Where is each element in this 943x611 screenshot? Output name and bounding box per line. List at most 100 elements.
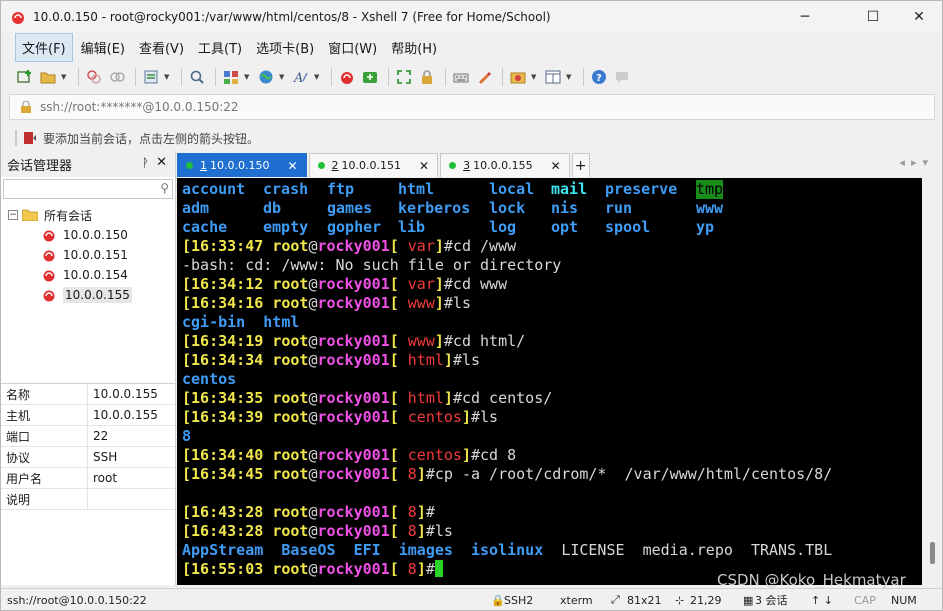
terminal-line: [16:34:40 root@rocky001[ centos]#cd 8	[182, 446, 922, 465]
session-item[interactable]: 10.0.0.151	[1, 245, 175, 265]
menu-file[interactable]: 文件(F)	[15, 32, 73, 62]
help-icon[interactable]: ?	[589, 67, 609, 87]
fullscreen-icon[interactable]	[394, 67, 414, 87]
properties-icon[interactable]	[141, 67, 161, 87]
folder-icon	[22, 209, 38, 221]
menu-view[interactable]: 查看(V)	[133, 34, 190, 61]
session-item[interactable]: 10.0.0.154	[1, 265, 175, 285]
layout-dropdown-icon[interactable]: ▼	[244, 73, 252, 81]
terminal-space	[336, 541, 354, 559]
prompt-bracket: [	[389, 237, 408, 255]
collapse-icon[interactable]: −	[8, 210, 18, 220]
find-icon[interactable]	[187, 67, 207, 87]
prompt-dir: html	[407, 351, 444, 369]
prompt-time: [16:33:47	[182, 237, 264, 255]
menu-tabs[interactable]: 选项卡(B)	[250, 34, 320, 61]
highlight-icon[interactable]	[474, 67, 494, 87]
property-value: 22	[93, 429, 109, 443]
layout-icon[interactable]	[221, 67, 241, 87]
terminal-scrollbar[interactable]	[923, 178, 942, 585]
xshell-icon[interactable]	[337, 67, 357, 87]
prompt-time: [16:34:34	[182, 351, 264, 369]
session-manager-panel: 会话管理器 ᚹ ✕ ⚲ − 所有会话 10.0.0.150 10.0.0.151	[1, 151, 176, 585]
prompt-time: [16:43:28	[182, 522, 264, 540]
tile-dropdown-icon[interactable]: ▼	[566, 73, 574, 81]
globe-dropdown-icon[interactable]: ▼	[279, 73, 287, 81]
font-icon[interactable]: A	[291, 67, 311, 87]
property-value: SSH	[93, 450, 118, 464]
reconnect-icon[interactable]	[84, 67, 104, 87]
scrollbar-thumb[interactable]	[930, 542, 935, 564]
transfer-icon[interactable]	[508, 67, 528, 87]
add-session-arrow-icon[interactable]	[23, 131, 37, 145]
prompt-time: [16:34:12	[182, 275, 264, 293]
dir-entry: BaseOS	[281, 541, 336, 559]
keyboard-icon[interactable]	[451, 67, 471, 87]
properties-dropdown-icon[interactable]: ▼	[164, 73, 172, 81]
tile-window-icon[interactable]	[543, 67, 563, 87]
menu-window[interactable]: 窗口(W)	[322, 34, 383, 61]
tab-close-icon[interactable]: ✕	[287, 159, 297, 173]
terminal-space	[733, 541, 751, 559]
tab-close-icon[interactable]: ✕	[551, 159, 561, 173]
menu-edit[interactable]: 编辑(E)	[75, 34, 131, 61]
property-value	[88, 489, 93, 509]
tab-session-2[interactable]: 2 10.0.0.151 ✕	[308, 153, 439, 177]
session-item[interactable]: 10.0.0.150	[1, 225, 175, 245]
status-terminal-type: xterm	[560, 593, 593, 607]
globe-icon[interactable]	[256, 67, 276, 87]
transfer-dropdown-icon[interactable]: ▼	[531, 73, 539, 81]
tree-root-all-sessions[interactable]: − 所有会话	[1, 205, 175, 225]
menu-help[interactable]: 帮助(H)	[385, 34, 443, 61]
tab-close-icon[interactable]: ✕	[419, 159, 429, 173]
status-scroll-arrows-icon[interactable]: ↑ ↓	[811, 589, 833, 611]
font-dropdown-icon[interactable]: ▼	[314, 73, 322, 81]
tab-session-3[interactable]: 3 10.0.0.155 ✕	[440, 153, 570, 177]
prompt-command: #cd www	[443, 275, 508, 293]
dir-entry: mail	[551, 180, 588, 198]
lock-icon[interactable]	[417, 67, 437, 87]
pin-icon[interactable]: ᚹ	[142, 156, 149, 170]
xftp-icon[interactable]	[360, 67, 380, 87]
prompt-bracket: [	[389, 465, 408, 483]
terminal-output[interactable]: account crash ftp html local mail preserve tmp a…	[177, 178, 922, 585]
menu-tools[interactable]: 工具(T)	[192, 34, 248, 61]
terminal-message: -bash: cd: /www: No such file or directo…	[182, 256, 562, 274]
dir-entry: cgi-bin	[182, 313, 246, 331]
dir-entry: preserve	[605, 180, 678, 198]
session-search-input[interactable]: ⚲	[3, 179, 173, 199]
hint-text: 要添加当前会话，点击左侧的箭头按钮。	[43, 131, 260, 146]
terminal-line: cache empty gopher lib log opt spool yp	[182, 218, 922, 237]
close-panel-icon[interactable]: ✕	[156, 155, 167, 170]
terminal-cursor	[434, 560, 443, 577]
tab-scroll-arrows-icon[interactable]: ◂▸▾	[899, 156, 934, 169]
open-folder-icon[interactable]	[38, 67, 58, 87]
minimize-button[interactable]: ─	[782, 1, 828, 32]
tab-session-1[interactable]: 1 10.0.0.150 ✕	[177, 153, 307, 177]
prompt-bracket: ]	[416, 522, 426, 540]
chat-icon[interactable]	[612, 67, 632, 87]
terminal-line: [16:33:47 root@rocky001[ var]#cd /www	[182, 237, 922, 256]
dir-entry: html	[398, 180, 435, 198]
prompt-command: #ls	[425, 522, 453, 540]
prompt-host: rocky001	[317, 465, 390, 483]
session-item-selected[interactable]: 10.0.0.155	[1, 285, 175, 305]
prompt-user: root	[272, 237, 309, 255]
maximize-button[interactable]: ☐	[850, 1, 896, 32]
property-row: 端口 22	[1, 426, 175, 447]
new-tab-button[interactable]: +	[571, 153, 590, 177]
prompt-host: rocky001	[317, 332, 390, 350]
property-row: 用户名 root	[1, 468, 175, 489]
dir-entry: EFI	[353, 541, 381, 559]
disconnect-icon[interactable]	[107, 67, 127, 87]
prompt-dir: 8	[407, 503, 417, 521]
open-dropdown-icon[interactable]: ▼	[61, 73, 69, 81]
new-session-icon[interactable]	[15, 67, 35, 87]
prompt-bracket: ]	[434, 332, 444, 350]
close-window-button[interactable]: ✕	[896, 1, 942, 32]
address-bar[interactable]: ssh://root:*******@10.0.0.150:22	[9, 94, 935, 120]
